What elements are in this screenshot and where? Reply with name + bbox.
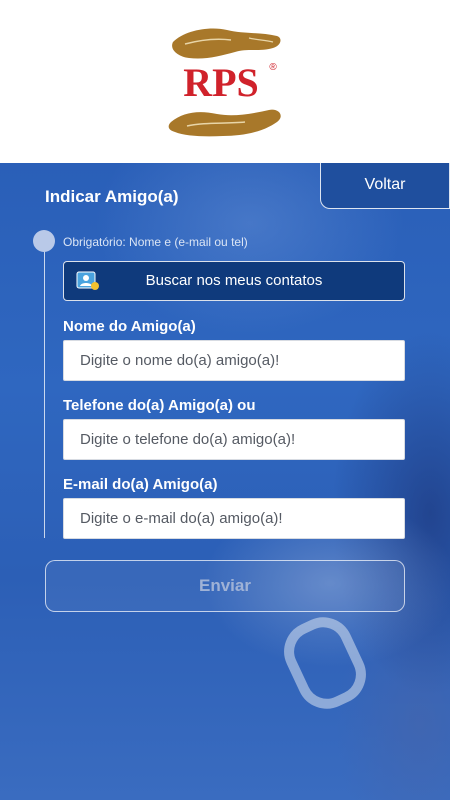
timeline-line <box>44 248 45 538</box>
email-field-label: E-mail do(a) Amigo(a) <box>63 476 218 493</box>
back-button[interactable]: Voltar <box>320 163 450 209</box>
email-input[interactable] <box>63 498 405 539</box>
logo-text: RPS <box>183 60 259 105</box>
search-contacts-label: Buscar nos meus contatos <box>145 272 323 289</box>
refer-friend-screen: Voltar Indicar Amigo(a) Obrigatório: Nom… <box>0 163 450 800</box>
phone-field-label: Telefone do(a) Amigo(a) ou <box>63 397 256 414</box>
required-fields-note: Obrigatório: Nome e (e-mail ou tel) <box>63 235 248 249</box>
submit-button[interactable]: Enviar <box>45 560 405 612</box>
background-photo-detail <box>274 607 376 719</box>
phone-input[interactable] <box>63 419 405 460</box>
name-field-label: Nome do Amigo(a) <box>63 318 196 335</box>
registered-mark: ® <box>269 62 277 73</box>
search-contacts-button[interactable]: Buscar nos meus contatos <box>63 261 405 301</box>
app-header: RPS ® <box>0 0 450 163</box>
contacts-icon <box>76 271 99 290</box>
timeline-dot-icon <box>33 230 55 252</box>
page-title: Indicar Amigo(a) <box>45 187 179 206</box>
name-input[interactable] <box>63 340 405 381</box>
rps-logo: RPS ® <box>168 28 281 137</box>
